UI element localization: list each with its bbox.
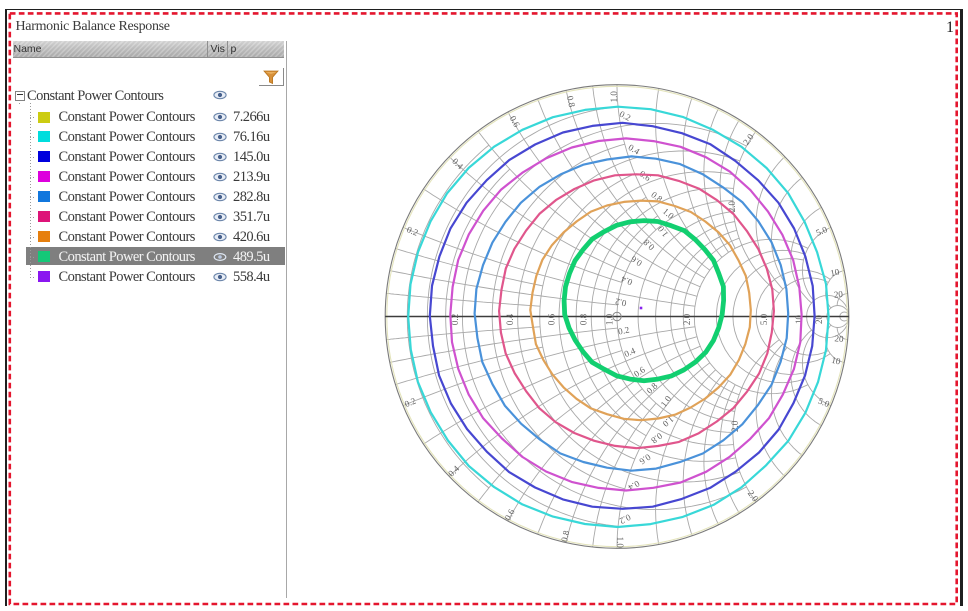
svg-text:0.2: 0.2	[617, 325, 630, 337]
svg-text:0.2: 0.2	[618, 512, 633, 526]
svg-text:0.8: 0.8	[579, 313, 589, 325]
svg-text:0.8: 0.8	[565, 95, 577, 109]
svg-text:5.0: 5.0	[814, 224, 829, 238]
svg-text:20: 20	[833, 289, 843, 300]
svg-text:0.8: 0.8	[641, 237, 656, 252]
svg-text:5.0: 5.0	[817, 396, 832, 410]
svg-text:2.0: 2.0	[746, 488, 761, 503]
svg-text:1.0: 1.0	[659, 393, 674, 408]
svg-text:0.2: 0.2	[403, 396, 417, 410]
svg-text:10: 10	[829, 267, 840, 279]
svg-text:0.2: 0.2	[405, 224, 419, 238]
svg-text:0.4: 0.4	[505, 313, 515, 325]
svg-text:10: 10	[831, 355, 842, 367]
svg-text:0.4: 0.4	[627, 142, 642, 157]
svg-text:0.6: 0.6	[547, 313, 557, 325]
svg-text:1.0: 1.0	[661, 206, 676, 221]
svg-text:0.6: 0.6	[637, 452, 652, 467]
svg-text:20: 20	[834, 333, 844, 344]
svg-text:10: 10	[794, 315, 804, 325]
svg-text:2.0: 2.0	[682, 313, 692, 325]
svg-text:20: 20	[814, 315, 824, 325]
svg-text:0.2: 0.2	[614, 296, 627, 308]
svg-text:0.8: 0.8	[559, 529, 571, 543]
svg-text:1.0: 1.0	[615, 537, 625, 549]
svg-text:0.8: 0.8	[649, 431, 664, 446]
svg-text:5.0: 5.0	[759, 313, 769, 325]
svg-text:1.0: 1.0	[609, 91, 619, 103]
svg-text:1.0: 1.0	[605, 313, 615, 325]
